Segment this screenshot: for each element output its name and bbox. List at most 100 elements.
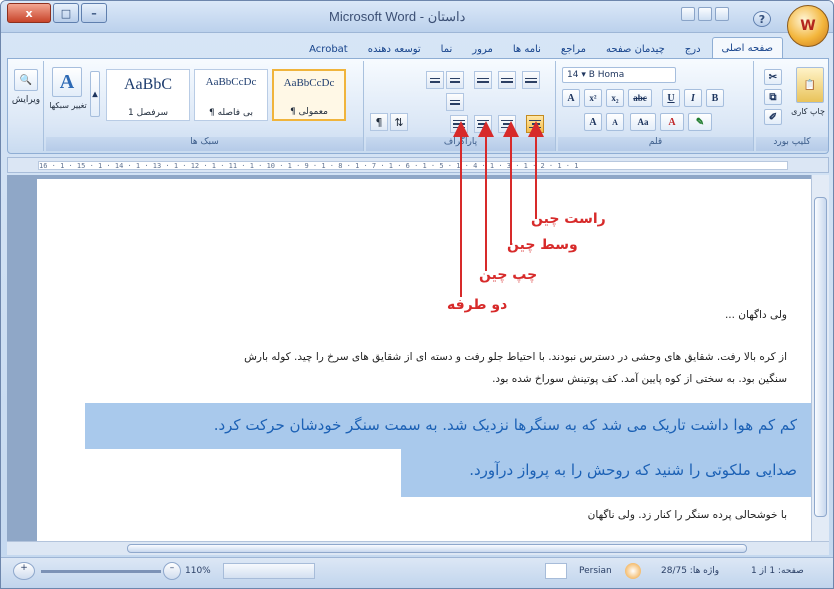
copy-icon[interactable]: ⧉ — [764, 89, 782, 105]
tab-references[interactable]: مراجع — [552, 39, 595, 59]
style-sample: AaBbC — [124, 76, 172, 93]
tab-view[interactable]: نما — [432, 39, 462, 59]
change-styles-icon[interactable]: A — [52, 67, 82, 97]
align-right-button[interactable] — [526, 115, 544, 133]
ruler-scale: 16 · 1 · 15 · 1 · 14 · 1 · 13 · 1 · 12 ·… — [38, 161, 788, 170]
strikethrough-icon[interactable]: abc — [628, 89, 652, 107]
subscript-icon[interactable]: x₂ — [606, 89, 624, 107]
tab-home[interactable]: صفحه اصلی — [711, 37, 783, 59]
paragraph-mark-icon[interactable]: ¶ — [370, 113, 388, 131]
word-count[interactable]: واژه ها: 28/75 — [661, 566, 719, 576]
change-case-icon[interactable]: Aa — [630, 113, 656, 131]
close-icon: x — [25, 6, 33, 20]
rtl-icon[interactable] — [426, 71, 444, 89]
close-button[interactable]: x — [7, 3, 51, 23]
superscript-icon[interactable]: x² — [584, 89, 602, 107]
highlight-icon[interactable]: ✎ — [688, 113, 712, 131]
font-size-field[interactable]: 14 ▾ B Homa — [562, 67, 676, 83]
vertical-scrollbar[interactable] — [811, 175, 829, 541]
horizontal-ruler[interactable]: 16 · 1 · 15 · 1 · 14 · 1 · 13 · 1 · 12 ·… — [7, 157, 829, 173]
page-indicator[interactable]: صفحه: 1 از 1 — [751, 566, 804, 576]
format-painter-icon[interactable]: ✐ — [764, 109, 782, 125]
title-bar: x □ – Microsoft Word - داستان — [1, 1, 833, 33]
maximize-button[interactable]: □ — [53, 3, 79, 23]
styles-group: A تغییر سبکها ▴ AaBbC سرفصل 1 AaBbCcDc ¶… — [46, 61, 364, 151]
redo-icon[interactable] — [715, 7, 729, 21]
document-page[interactable]: ولی داگهان ... از کره بالا رفت. شقایق ها… — [37, 179, 821, 541]
style-name: سرفصل 1 — [127, 108, 169, 118]
text-line: سنگین بود. به سختی از کوه پایین آمد. کف … — [492, 373, 787, 385]
maximize-icon: □ — [60, 6, 72, 20]
paragraph-group: ¶ ⇅ پاراگراف — [366, 61, 556, 151]
shrink-font-icon[interactable]: A — [606, 113, 624, 131]
zoom-level[interactable]: 110% — [185, 566, 211, 576]
paste-icon[interactable]: 📋 — [796, 67, 824, 103]
spell-check-icon[interactable] — [625, 563, 641, 579]
clipboard-group: 📋 چاپ کاری ✂ ⧉ ✐ کلیپ بورد — [756, 61, 828, 151]
style-normal[interactable]: AaBbCcDc ¶ معمولی — [272, 69, 346, 121]
tab-mailings[interactable]: نامه ها — [504, 39, 550, 59]
font-size-value: 14 — [567, 70, 579, 80]
annotation-justify: دو طرفه — [447, 297, 508, 313]
bold-button[interactable]: B — [706, 89, 724, 107]
style-heading1[interactable]: AaBbC سرفصل 1 — [106, 69, 190, 121]
language-status[interactable]: Persian — [579, 566, 612, 576]
highlighted-line: کم کم هوا داشت تاریک می شد که به سنگرها … — [213, 416, 797, 434]
tab-acrobat[interactable]: Acrobat — [300, 39, 357, 59]
font-color-icon[interactable]: A — [660, 113, 684, 131]
change-styles-label[interactable]: تغییر سبکها — [48, 101, 88, 110]
ribbon: 🔍 ویرایش A تغییر سبکها ▴ AaBbC سرفصل 1 A… — [7, 58, 829, 154]
selection-highlight: کم کم هوا داشت تاریک می شد که به سنگرها … — [85, 403, 821, 449]
align-left-button[interactable] — [474, 115, 492, 133]
multilevel-list-icon[interactable] — [498, 71, 516, 89]
minimize-icon: – — [91, 6, 97, 20]
status-bar: + – 110% Persian واژه ها: 28/75 صفحه: 1 … — [1, 557, 833, 588]
quick-access-toolbar — [681, 7, 729, 21]
underline-button[interactable]: U — [662, 89, 680, 107]
style-no-spacing[interactable]: AaBbCcDc ¶ بی فاصله — [194, 69, 268, 121]
clipboard-group-label: کلیپ بورد — [756, 137, 828, 151]
zoom-out-icon[interactable]: – — [163, 562, 181, 580]
scroll-thumb[interactable] — [814, 197, 827, 517]
annotation-center-align: وسط چین — [507, 237, 578, 253]
annotation-left-align: چپ چین — [479, 267, 538, 283]
tab-page-layout[interactable]: چیدمان صفحه — [597, 39, 674, 59]
italic-button[interactable]: I — [684, 89, 702, 107]
style-name: ¶ بی فاصله — [209, 108, 253, 118]
bullets-icon[interactable] — [522, 71, 540, 89]
sort-icon[interactable]: ⇅ — [390, 113, 408, 131]
view-buttons[interactable] — [223, 563, 315, 579]
text-line: ولی داگهان ... — [724, 309, 787, 321]
ltr-icon[interactable] — [446, 71, 464, 89]
paste-label[interactable]: چاپ کاری — [790, 107, 826, 116]
office-button[interactable]: W — [787, 5, 829, 47]
zoom-slider[interactable] — [41, 570, 161, 573]
minimize-button[interactable]: – — [81, 3, 107, 23]
tab-review[interactable]: مرور — [463, 39, 502, 59]
clear-format-icon[interactable]: A — [562, 89, 580, 107]
zoom-in-icon[interactable]: + — [13, 562, 35, 580]
tab-developer[interactable]: توسعه دهنده — [359, 39, 430, 59]
help-button[interactable]: ? — [753, 11, 771, 27]
justify-align-button[interactable] — [450, 115, 468, 133]
cut-icon[interactable]: ✂ — [764, 69, 782, 85]
style-name: ¶ معمولی — [290, 107, 328, 117]
numbering-icon[interactable] — [474, 71, 492, 89]
find-icon[interactable]: 🔍 — [14, 69, 38, 91]
undo-icon[interactable] — [698, 7, 712, 21]
editing-label[interactable]: ویرایش — [10, 95, 42, 105]
horizontal-scrollbar[interactable] — [7, 541, 829, 555]
highlighted-line: صدایی ملکوتی را شنید که روحش را به پرواز… — [469, 461, 797, 479]
document-canvas: ولی داگهان ... از کره بالا رفت. شقایق ها… — [7, 175, 821, 541]
text-line: با خوشحالی پرده سنگر را کنار زد. ولی ناگ… — [587, 509, 787, 521]
ribbon-tabs: صفحه اصلی درج چیدمان صفحه مراجع نامه ها … — [1, 33, 833, 59]
proofing-icon[interactable] — [545, 563, 567, 579]
grow-font-icon[interactable]: A — [584, 113, 602, 131]
tab-insert[interactable]: درج — [676, 39, 710, 59]
align-center-button[interactable] — [498, 115, 516, 133]
horizontal-scroll-thumb[interactable] — [127, 544, 747, 553]
styles-scroll[interactable]: ▴ — [90, 71, 100, 117]
line-spacing-icon[interactable] — [446, 93, 464, 111]
save-icon[interactable] — [681, 7, 695, 21]
text-line: از کره بالا رفت. شقایق های وحشی در دسترس… — [244, 351, 787, 363]
